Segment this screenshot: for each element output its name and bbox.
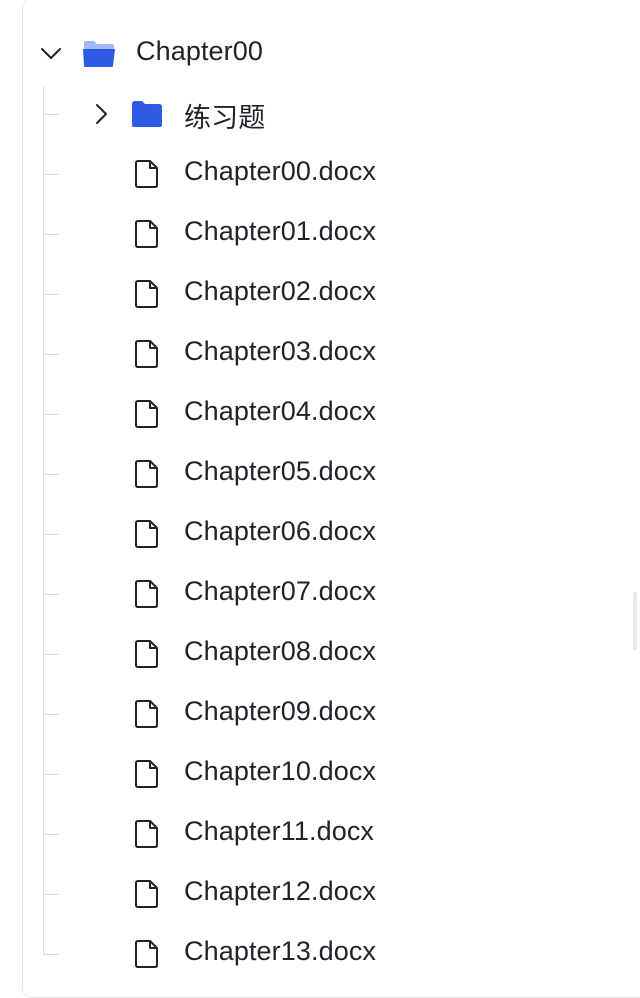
tree-node-label: Chapter07.docx [184, 576, 377, 606]
chevron-down-icon[interactable] [38, 41, 64, 67]
file-icon [130, 279, 164, 309]
tree-node-label: Chapter10.docx [184, 756, 377, 786]
file-icon [130, 339, 164, 369]
file-icon [130, 459, 164, 489]
file-icon [130, 399, 164, 429]
tree-guide-tick [43, 534, 59, 535]
tree-guide-tick [43, 834, 59, 835]
tree-node-label: Chapter09.docx [184, 696, 377, 726]
tree-node-label: Chapter05.docx [184, 456, 377, 486]
file-icon [130, 159, 164, 189]
tree-guide-tick [43, 594, 59, 595]
file-icon [130, 219, 164, 249]
folder-open-icon [82, 39, 116, 69]
file-icon [130, 759, 164, 789]
tree-guide-tick [43, 714, 59, 715]
tree-node-label: Chapter03.docx [184, 336, 377, 366]
tree-node-label: Chapter00 [136, 36, 263, 66]
tree-node-label: Chapter02.docx [184, 276, 377, 306]
tree-node-file[interactable]: Chapter03.docx [0, 324, 610, 384]
file-icon [130, 699, 164, 729]
tree-node-label: Chapter12.docx [184, 876, 377, 906]
tree-node-label: Chapter01.docx [184, 216, 377, 246]
tree-node-file[interactable]: Chapter10.docx [0, 744, 610, 804]
tree-guide-tick [43, 774, 59, 775]
file-icon [130, 579, 164, 609]
tree-guide-tick [43, 414, 59, 415]
chevron-right-icon[interactable] [88, 101, 114, 127]
tree-node-label: Chapter04.docx [184, 396, 377, 426]
tree-node-file[interactable]: Chapter11.docx [0, 804, 610, 864]
tree-guide-tick [43, 474, 59, 475]
tree-node-label: Chapter06.docx [184, 516, 377, 546]
folder-icon [130, 99, 164, 129]
tree-node-label: Chapter08.docx [184, 636, 377, 666]
tree-node-label: Chapter11.docx [184, 816, 375, 846]
file-icon [130, 879, 164, 909]
file-icon [130, 519, 164, 549]
tree-node-file[interactable]: Chapter05.docx [0, 444, 610, 504]
tree-guide-tick [43, 174, 59, 175]
tree-node-file[interactable]: Chapter13.docx [0, 924, 610, 984]
tree-node-file[interactable]: Chapter02.docx [0, 264, 610, 324]
tree-node-file[interactable]: Chapter01.docx [0, 204, 610, 264]
file-icon [130, 819, 164, 849]
tree-guide-tick [43, 294, 59, 295]
tree-node-label: 练习题 [184, 103, 266, 133]
tree-guide-tick [43, 654, 59, 655]
tree-guide-tick [43, 234, 59, 235]
tree-node-file[interactable]: Chapter09.docx [0, 684, 610, 744]
tree-guide-tick [43, 114, 59, 115]
tree-node-file[interactable]: Chapter06.docx [0, 504, 610, 564]
tree-guide-tick [43, 894, 59, 895]
tree-node-subfolder[interactable]: 练习题 [0, 84, 610, 144]
tree-node-file[interactable]: Chapter04.docx [0, 384, 610, 444]
tree-node-label: Chapter13.docx [184, 936, 377, 966]
tree-guide-tick [43, 954, 59, 955]
scrollbar-thumb[interactable] [633, 592, 637, 650]
tree-node-label: Chapter00.docx [184, 156, 377, 186]
tree-node-file[interactable]: Chapter07.docx [0, 564, 610, 624]
file-icon [130, 939, 164, 969]
tree-node-file[interactable]: Chapter12.docx [0, 864, 610, 924]
tree-node-file[interactable]: Chapter08.docx [0, 624, 610, 684]
file-icon [130, 639, 164, 669]
tree-node-root-folder[interactable]: Chapter00 [0, 24, 610, 84]
tree-guide-tick [43, 354, 59, 355]
tree-node-file[interactable]: Chapter00.docx [0, 144, 610, 204]
